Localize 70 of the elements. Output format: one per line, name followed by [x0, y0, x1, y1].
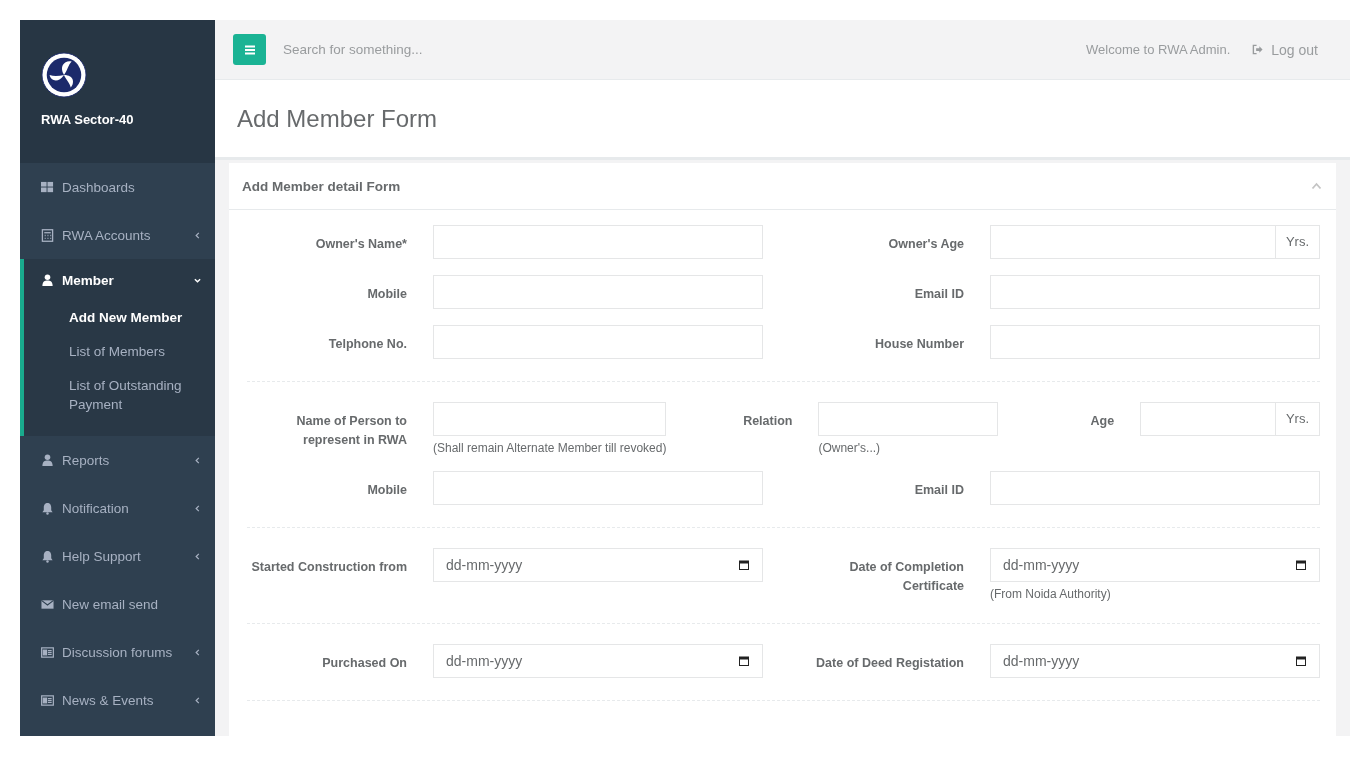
chevron-up-icon[interactable]: [1311, 182, 1322, 190]
calc-icon: [41, 228, 54, 242]
grid-icon: [41, 180, 54, 194]
mail-icon: [41, 597, 54, 611]
field-label: Mobile: [366, 286, 407, 303]
calendar-icon: [739, 656, 749, 666]
search-field[interactable]: Search for something...: [281, 41, 585, 58]
nav-item[interactable]: Member: [24, 259, 215, 301]
brand-name: RWA Sector-40: [41, 112, 135, 127]
nav-item[interactable]: Dashboards: [20, 163, 215, 211]
card-icon: [41, 645, 54, 659]
card-icon: [41, 693, 54, 707]
field-label: Mobile: [366, 482, 407, 499]
menu-icon: [244, 44, 255, 55]
help-text: (From Noida Authority): [990, 587, 1112, 601]
field-label: Date of Completion Certificate: [848, 559, 964, 595]
page-title: Add Member Form: [237, 104, 438, 133]
input-field[interactable]: [990, 325, 1320, 359]
field-label: Name of Person to represent in RWA: [295, 413, 407, 449]
logo-icon: [41, 52, 87, 98]
input-field[interactable]: [433, 275, 763, 309]
nav-item[interactable]: New email send: [20, 580, 215, 628]
field-label: Date of Deed Registation: [815, 655, 964, 672]
date-field[interactable]: dd-mm-yyyy: [990, 548, 1320, 582]
date-field[interactable]: dd-mm-yyyy: [990, 644, 1320, 678]
calendar-icon: [739, 560, 749, 570]
input-field[interactable]: [433, 402, 667, 436]
input-field[interactable]: [1140, 402, 1276, 436]
date-field[interactable]: dd-mm-yyyy: [433, 644, 763, 678]
field-label: House Number: [874, 336, 964, 353]
welcome-text: Welcome to RWA Admin.: [1086, 42, 1231, 57]
input-field[interactable]: [433, 225, 763, 259]
unit-label: Yrs.: [1275, 402, 1320, 436]
nav-item[interactable]: News & Events: [20, 676, 215, 724]
input-field[interactable]: [818, 402, 999, 436]
unit-label: Yrs.: [1275, 225, 1320, 259]
input-field[interactable]: [433, 325, 763, 359]
field-label: Relation: [742, 413, 793, 430]
user-icon: [41, 273, 54, 287]
submenu-item[interactable]: List of Outstanding Payment: [24, 369, 215, 422]
submenu-item[interactable]: Add New Member: [24, 301, 215, 335]
field-label: Owner's Age: [887, 236, 964, 253]
input-field[interactable]: [990, 471, 1320, 505]
nav-item[interactable]: Help Support: [20, 532, 215, 580]
bell-icon: [41, 549, 54, 563]
input-field[interactable]: [990, 225, 1276, 259]
bell-icon: [41, 501, 54, 515]
panel-title: Add Member detail Form: [242, 178, 401, 194]
field-label: Age: [1089, 413, 1115, 430]
nav-item[interactable]: Reports: [20, 436, 215, 484]
field-label: Started Construction from: [250, 559, 407, 576]
nav-item[interactable]: RWA Accounts: [20, 211, 215, 259]
calendar-icon: [1296, 656, 1306, 666]
field-label: Telphone No.: [327, 336, 407, 353]
input-field[interactable]: [990, 275, 1320, 309]
date-field[interactable]: dd-mm-yyyy: [433, 548, 763, 582]
nav-item[interactable]: Notification: [20, 484, 215, 532]
field-label: Purchased On: [321, 655, 407, 672]
calendar-icon: [1296, 560, 1306, 570]
menu-button[interactable]: [233, 34, 266, 65]
user-icon: [41, 453, 54, 467]
help-text: (Shall remain Alternate Member till revoked): [433, 441, 667, 455]
field-label: Email ID: [913, 286, 964, 303]
field-label: Email ID: [913, 482, 964, 499]
input-field[interactable]: [433, 471, 763, 505]
nav-item[interactable]: Discussion forums: [20, 628, 215, 676]
submenu-item[interactable]: List of Members: [24, 335, 215, 369]
help-text: (Owner's...): [818, 441, 882, 455]
field-label: Owner's Name*: [314, 236, 407, 253]
sign-out-icon: [1252, 44, 1264, 55]
